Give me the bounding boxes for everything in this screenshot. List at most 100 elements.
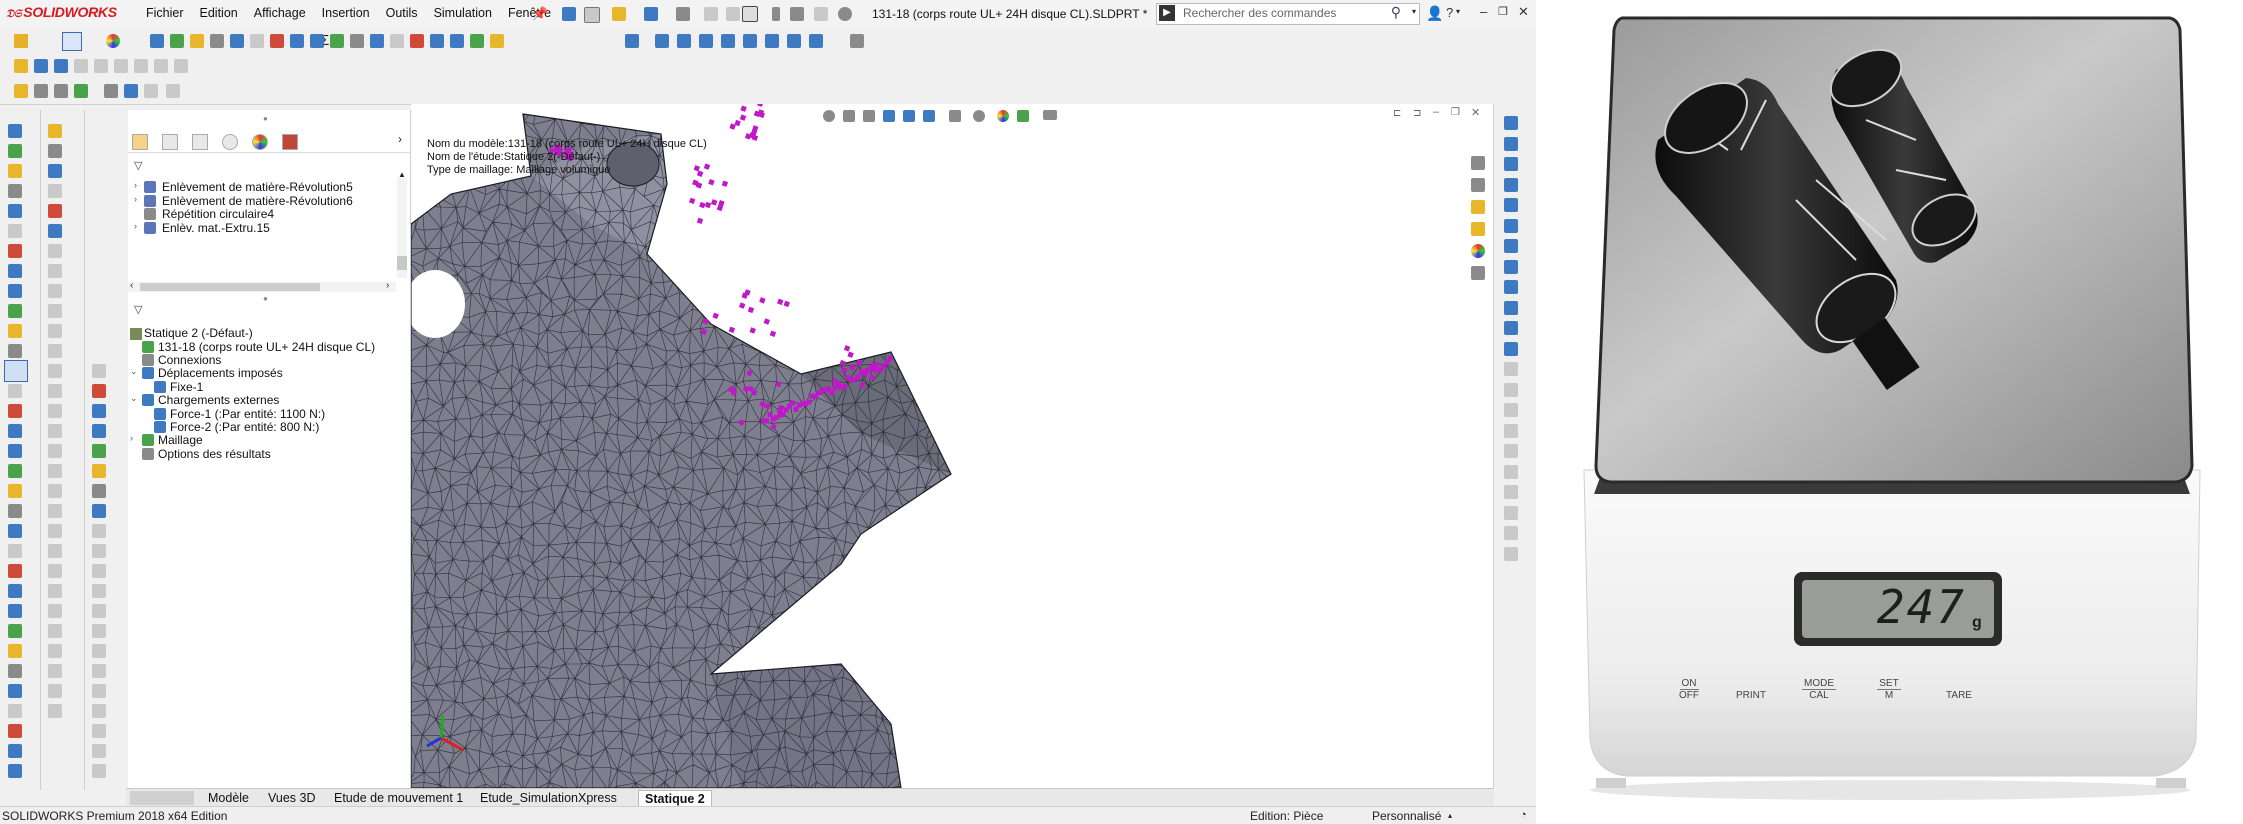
tool-icon[interactable]	[92, 764, 106, 778]
study-tree-item[interactable]: Force-2 (:Par entité: 800 N:)	[170, 420, 319, 434]
simulation-command-icon[interactable]	[154, 59, 168, 73]
view-palette-icon[interactable]	[1471, 222, 1485, 236]
study-tree-item[interactable]: Fixe-1	[170, 380, 203, 394]
study-tree-item[interactable]: Force-1 (:Par entité: 1100 N:)	[170, 407, 325, 421]
sketch-tool-icon[interactable]	[1504, 444, 1518, 458]
tool-icon[interactable]	[48, 644, 62, 658]
tab-simulation-manager[interactable]	[282, 134, 298, 150]
tool-icon[interactable]	[92, 404, 106, 418]
command-icon[interactable]	[270, 34, 284, 48]
tool-icon[interactable]	[8, 724, 22, 738]
view-command-icon[interactable]	[54, 84, 68, 98]
tool-icon[interactable]	[48, 244, 62, 258]
tool-icon[interactable]	[48, 704, 62, 718]
simulation-command-icon[interactable]	[74, 59, 88, 73]
feature-tree-item[interactable]: Répétition circulaire4	[162, 207, 274, 221]
tab-navigation-arrows[interactable]	[130, 791, 194, 805]
view-command-icon[interactable]	[124, 84, 138, 98]
view-command-icon[interactable]	[74, 84, 88, 98]
tool-icon[interactable]	[8, 604, 22, 618]
hide-show-items-icon[interactable]	[973, 110, 985, 122]
tool-icon[interactable]	[8, 384, 22, 398]
tool-icon[interactable]	[92, 624, 106, 638]
tool-icon[interactable]	[92, 604, 106, 618]
tool-icon[interactable]	[48, 524, 62, 538]
feature-tree-item[interactable]: Enlèvement de matière-Révolution5	[162, 180, 353, 194]
tab-display-manager[interactable]	[252, 134, 268, 150]
tool-icon[interactable]	[48, 624, 62, 638]
view-command-icon[interactable]	[104, 84, 118, 98]
tree-expander-icon[interactable]: ›	[134, 180, 137, 190]
tool-icon[interactable]	[48, 124, 62, 138]
mesh-model[interactable]	[411, 104, 1493, 788]
tool-icon[interactable]	[48, 604, 62, 618]
tool-icon[interactable]	[8, 404, 22, 418]
tree-expander-icon[interactable]: ⌄	[130, 393, 138, 404]
tool-icon[interactable]	[92, 444, 106, 458]
panel-tabs-more-icon[interactable]: ›	[398, 132, 402, 146]
command-icon[interactable]	[250, 34, 264, 48]
feature-tree-hscrollbar[interactable]: ‹ ›	[128, 280, 396, 292]
tree-expander-icon[interactable]: ›	[134, 194, 137, 204]
user-icon[interactable]: 👤	[1426, 5, 1443, 22]
viewport-close-icon[interactable]: ✕	[1471, 106, 1480, 119]
tool-icon[interactable]	[92, 644, 106, 658]
tool-icon[interactable]	[8, 184, 22, 198]
tool-icon[interactable]	[92, 424, 106, 438]
command-icon[interactable]	[370, 34, 384, 48]
menu-item[interactable]: Fichier	[138, 6, 192, 20]
active-tool-highlight[interactable]	[4, 360, 28, 382]
tree-expander-icon[interactable]: ›	[130, 433, 133, 443]
viewport-minimize-icon[interactable]: –	[1433, 106, 1439, 118]
tool-icon[interactable]	[92, 664, 106, 678]
sketch-tool-icon[interactable]	[1504, 157, 1518, 171]
tool-icon[interactable]	[48, 304, 62, 318]
command-icon[interactable]	[743, 34, 757, 48]
restore-window-icon[interactable]: ❐	[1498, 5, 1508, 18]
tool-icon[interactable]	[48, 364, 62, 378]
tool-icon[interactable]	[8, 424, 22, 438]
tree-expander-icon[interactable]: ⌄	[130, 366, 138, 377]
sketch-tool-icon[interactable]	[1504, 526, 1518, 540]
sketch-tool-icon[interactable]	[1504, 116, 1518, 130]
tool-icon[interactable]	[8, 204, 22, 218]
sketch-tool-icon[interactable]	[1504, 177, 1518, 192]
tool-icon[interactable]	[48, 584, 62, 598]
sketch-tool-icon[interactable]	[1504, 485, 1518, 499]
menu-item[interactable]: Insertion	[314, 6, 378, 20]
menu-item[interactable]: Edition	[192, 6, 246, 20]
tool-icon[interactable]	[92, 564, 106, 578]
tool-icon[interactable]	[48, 564, 62, 578]
tool-icon[interactable]	[8, 444, 22, 458]
simulation-command-icon[interactable]	[14, 59, 28, 73]
select-arrow-icon[interactable]	[742, 6, 758, 22]
appearances-scenes-icon[interactable]	[1471, 244, 1485, 258]
resources-icon[interactable]	[1471, 156, 1485, 170]
tool-icon[interactable]	[48, 184, 62, 198]
sketch-tool-icon[interactable]	[1504, 280, 1518, 294]
command-icon[interactable]	[490, 34, 504, 48]
tool-icon[interactable]	[48, 544, 62, 558]
tool-icon[interactable]	[48, 444, 62, 458]
display-style-icon[interactable]	[949, 110, 961, 122]
tool-icon[interactable]	[8, 244, 22, 258]
command-icon[interactable]	[330, 34, 344, 48]
edit-appearance-icon[interactable]	[997, 110, 1009, 122]
view-command-icon[interactable]	[14, 84, 28, 98]
tool-icon[interactable]	[48, 324, 62, 338]
tool-icon[interactable]	[8, 124, 22, 138]
feature-tree-item[interactable]: Enlèvement de matière-Révolution6	[162, 194, 353, 208]
tool-icon[interactable]	[48, 484, 62, 498]
command-icon[interactable]	[850, 34, 864, 48]
apply-scene-icon[interactable]	[1017, 110, 1029, 122]
tool-icon[interactable]	[8, 664, 22, 678]
menu-item[interactable]: Outils	[378, 6, 426, 20]
command-icon[interactable]	[721, 34, 735, 48]
tool-icon[interactable]	[48, 224, 62, 238]
search-icon[interactable]: ⚲	[1391, 4, 1401, 21]
simulation-command-icon[interactable]	[114, 59, 128, 73]
simulation-command-icon[interactable]	[34, 59, 48, 73]
study-tree-item[interactable]: Options des résultats	[158, 447, 271, 461]
tool-icon[interactable]	[8, 564, 22, 578]
sketch-tool-icon[interactable]	[1504, 321, 1518, 335]
